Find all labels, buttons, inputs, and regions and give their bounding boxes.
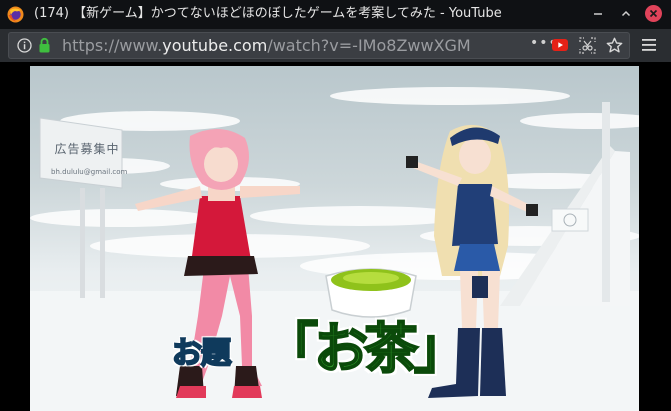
browser-window: (174) 【新ゲーム】かつてないほどほのぼしたゲームを考案してみた - You… (0, 0, 671, 411)
caption-topic: 「お茶」 (263, 316, 469, 381)
url-path: /watch?v=-IMo8ZwwXGM (267, 36, 471, 55)
close-button[interactable] (645, 5, 662, 22)
lock-icon[interactable] (38, 37, 51, 54)
url-domain: youtube.com (162, 36, 268, 55)
window-title: (174) 【新ゲーム】かつてないほどほのぼしたゲームを考案してみた - You… (34, 6, 502, 21)
firefox-icon (7, 6, 24, 23)
minimize-icon (594, 13, 602, 15)
bookmark-star-icon[interactable] (606, 37, 623, 54)
youtube-icon[interactable] (552, 39, 568, 51)
hamburger-menu-icon[interactable] (641, 38, 657, 52)
minimize-button[interactable] (590, 6, 606, 22)
caption-label: お題 (171, 335, 232, 372)
page-content: 広告募集中 bh.dululu@gmail.com お題 「お茶」 (0, 62, 671, 411)
close-icon (649, 9, 658, 18)
maximize-button[interactable] (618, 6, 634, 22)
url-prefix: https://www. (62, 36, 163, 55)
video-player[interactable]: 広告募集中 bh.dululu@gmail.com お題 「お茶」 (30, 66, 639, 411)
title-bar: (174) 【新ゲーム】かつてないほどほのぼしたゲームを考案してみた - You… (0, 0, 671, 29)
info-icon[interactable] (17, 38, 32, 53)
billboard-text: 広告募集中 (54, 142, 120, 156)
url-bar[interactable]: https://www.youtube.com/watch?v=-IMo8Zww… (8, 32, 630, 59)
screenshot-icon[interactable] (579, 37, 596, 54)
title-fade (500, 2, 556, 28)
billboard-email: bh.dululu@gmail.com (51, 168, 128, 176)
url-text[interactable]: https://www.youtube.com/watch?v=-IMo8Zww… (62, 36, 471, 56)
nav-toolbar: https://www.youtube.com/watch?v=-IMo8Zww… (0, 29, 671, 62)
maximize-icon (621, 10, 631, 17)
